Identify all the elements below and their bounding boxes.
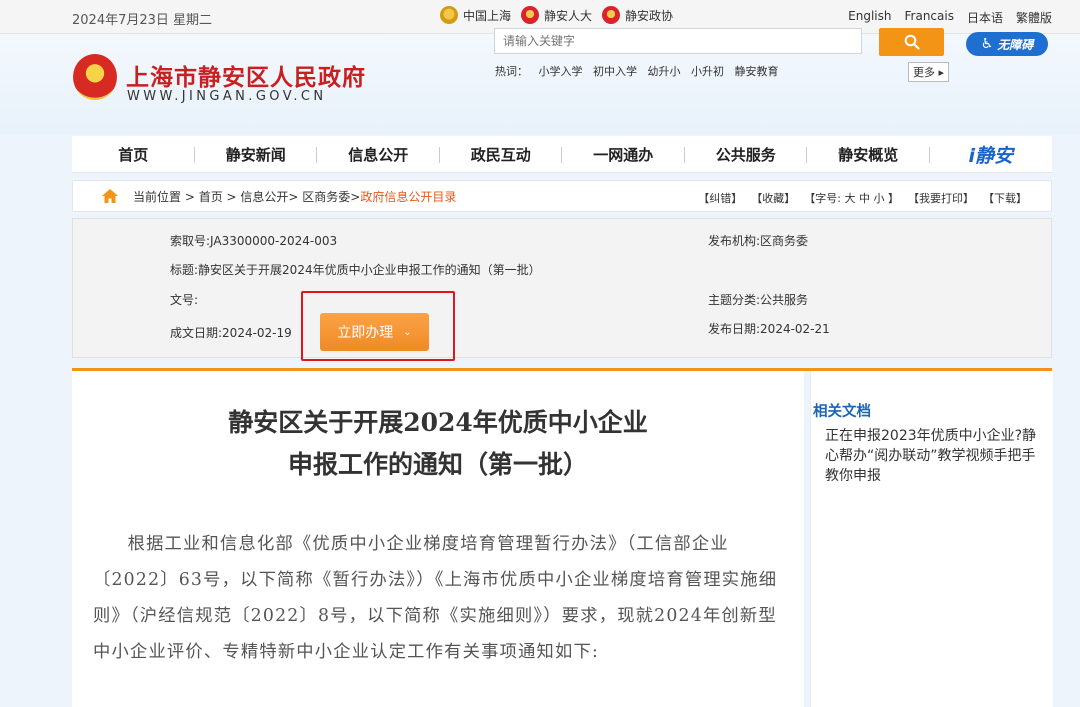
search-input[interactable] (494, 28, 862, 54)
accessibility-button[interactable]: ♿ 无障碍 (966, 32, 1048, 56)
shanghai-emblem-icon (440, 6, 458, 24)
language-switcher: English Francais 日本语 繁體版 (835, 9, 1052, 26)
nav-one-stop-service[interactable]: 一网通办 (562, 144, 685, 165)
highlight-box (301, 291, 455, 361)
tool-favorite[interactable]: 【收藏】 (751, 190, 795, 206)
related-docs-heading: 相关文档 (813, 404, 871, 420)
tool-font-size[interactable]: 【字号: 大 中 小 】 (804, 190, 899, 206)
link-label: 中国上海 (463, 8, 512, 23)
breadcrumb-path: 当前位置 > 首页 > 信息公开> 区商务委>政府信息公开目录 (133, 188, 456, 205)
breadcrumb-current[interactable]: 政府信息公开目录 (360, 190, 456, 204)
document-info-panel: 索取号:JA3300000-2024-003 标题:静安区关于开展2024年优质… (72, 218, 1052, 358)
created-date: 成文日期:2024-02-19 (170, 326, 292, 340)
nav-info-disclosure[interactable]: 信息公开 (317, 144, 440, 165)
lang-french[interactable]: Francais (905, 9, 954, 26)
nav-news[interactable]: 静安新闻 (195, 144, 318, 165)
tool-download[interactable]: 【下载】 (983, 190, 1027, 206)
hot-words: 热词： 小学入学 初中入学 幼升小 小升初 静安教育 (495, 63, 786, 79)
wheelchair-icon: ♿ (980, 36, 994, 52)
link-label: 静安人大 (544, 8, 593, 23)
tool-correct[interactable]: 【纠错】 (698, 190, 742, 206)
link-jingan-cppcc[interactable]: 静安政协 (602, 6, 673, 24)
nav-public-service[interactable]: 公共服务 (685, 144, 808, 165)
nav-home[interactable]: 首页 (72, 144, 195, 165)
link-label: 静安政协 (625, 8, 674, 23)
breadcrumb: 当前位置 > 首页 > 信息公开> 区商务委>政府信息公开目录 【纠错】 【收藏… (72, 180, 1052, 212)
more-label: 更多 (913, 66, 935, 79)
page-tools: 【纠错】 【收藏】 【字号: 大 中 小 】 【我要打印】 【下载】 (689, 190, 1027, 206)
nav-i-jingan-logo[interactable]: i静安 (930, 141, 1053, 168)
breadcrumb-label: 当前位置 > (133, 189, 195, 204)
lang-traditional-chinese[interactable]: 繁體版 (1016, 9, 1052, 26)
document-title: 标题:静安区关于开展2024年优质中小企业申报工作的通知（第一批） (170, 263, 541, 277)
related-docs-list: 正在申报2023年优质中小企业?静心帮办“阅办联动”教学视频手把手教你申报 (825, 426, 1047, 486)
link-jingan-npc[interactable]: 静安人大 (521, 6, 592, 24)
hot-word[interactable]: 静安教育 (735, 65, 779, 78)
related-doc-link[interactable]: 正在申报2023年优质中小企业?静心帮办“阅办联动”教学视频手把手教你申报 (825, 426, 1047, 486)
hot-word[interactable]: 小学入学 (539, 65, 583, 78)
breadcrumb-commerce-committee[interactable]: 区商务委> (302, 190, 360, 204)
cppcc-emblem-icon (602, 6, 621, 24)
topic-category: 主题分类:公共服务 (708, 293, 809, 307)
tool-print[interactable]: 【我要打印】 (908, 190, 974, 206)
current-date: 2024年7月23日 星期二 (72, 13, 213, 28)
publisher: 发布机构:区商务委 (708, 234, 809, 248)
sidebar (810, 371, 1053, 707)
lang-japanese[interactable]: 日本语 (967, 9, 1003, 26)
hot-word[interactable]: 初中入学 (593, 65, 637, 78)
document-number: 文号: (170, 293, 199, 307)
top-links: 中国上海 静安人大 静安政协 (440, 6, 683, 24)
search-icon (904, 34, 920, 50)
search-button[interactable] (879, 28, 944, 56)
article-body: 根据工业和信息化部《优质中小企业梯度培育管理暂行办法》（工信部企业〔2022〕6… (93, 534, 778, 662)
publish-date: 发布日期:2024-02-21 (708, 322, 830, 336)
breadcrumb-home[interactable]: 首页 > (199, 190, 237, 204)
site-url: WWW.JINGAN.GOV.CN (127, 89, 327, 104)
index-number: 索取号:JA3300000-2024-003 (170, 234, 338, 248)
breadcrumb-info-disclosure[interactable]: 信息公开> (240, 190, 298, 204)
hot-word[interactable]: 小升初 (691, 65, 724, 78)
article-title-line: 申报工作的通知（第一批） (287, 450, 588, 479)
article-title-line: 静安区关于开展2024年优质中小企业 (228, 408, 648, 437)
article-title: 静安区关于开展2024年优质中小企业 申报工作的通知（第一批） (72, 402, 804, 486)
hot-word[interactable]: 幼升小 (648, 65, 681, 78)
hot-words-label: 热词： (495, 65, 528, 78)
home-icon[interactable] (101, 188, 119, 204)
main-nav: 首页 静安新闻 信息公开 政民互动 一网通办 公共服务 静安概览 i静安 (72, 136, 1052, 173)
nav-interaction[interactable]: 政民互动 (440, 144, 563, 165)
link-shanghai[interactable]: 中国上海 (440, 6, 511, 24)
nav-overview[interactable]: 静安概览 (807, 144, 930, 165)
lang-english[interactable]: English (848, 9, 891, 26)
national-emblem-icon (521, 6, 540, 24)
national-emblem-logo-icon[interactable] (73, 54, 117, 100)
more-hot-words-button[interactable]: 更多 ▸ (908, 62, 950, 82)
accessibility-label: 无障碍 (997, 37, 1034, 52)
site-title[interactable]: 上海市静安区人民政府 (126, 58, 366, 92)
